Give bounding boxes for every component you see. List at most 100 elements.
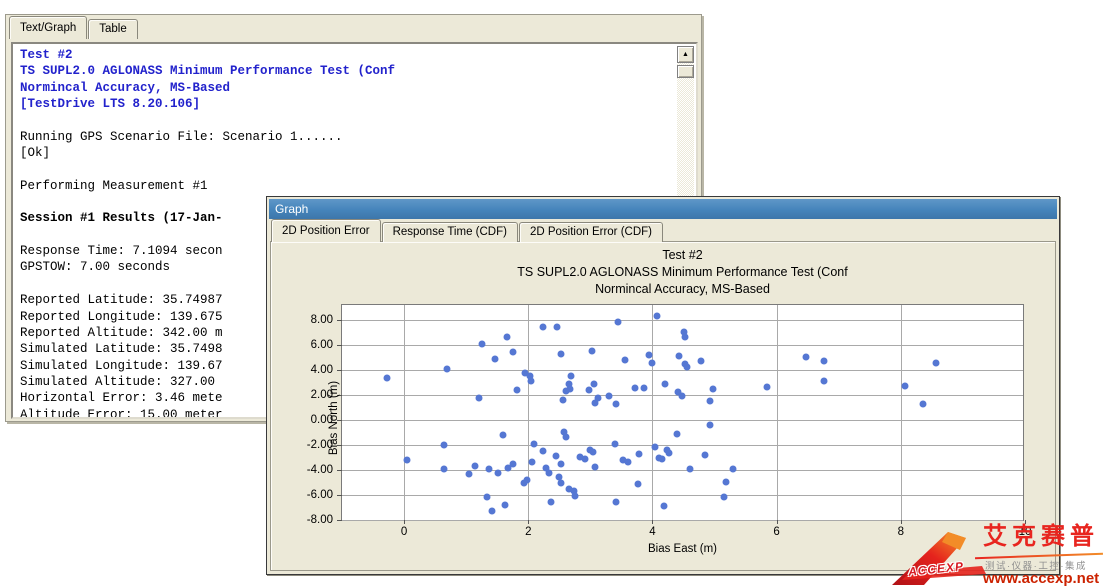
data-point <box>701 452 708 459</box>
data-point <box>509 349 516 356</box>
data-point <box>821 358 828 365</box>
data-point <box>567 386 574 393</box>
gridline-horizontal <box>342 320 1023 321</box>
data-point <box>645 352 652 359</box>
tab-2d-position-error[interactable]: 2D Position Error <box>271 219 381 242</box>
data-point <box>495 470 502 477</box>
gridline-horizontal <box>342 495 1023 496</box>
data-point <box>624 458 631 465</box>
data-point <box>666 449 673 456</box>
console-line: Test #2 <box>20 47 674 63</box>
data-point <box>548 498 555 505</box>
data-point <box>553 452 560 459</box>
data-point <box>675 352 682 359</box>
data-point <box>465 471 472 478</box>
graph-tabstrip: 2D Position ErrorResponse Time (CDF)2D P… <box>271 221 664 242</box>
data-point <box>572 492 579 499</box>
data-point <box>485 465 492 472</box>
graph-window-titlebar[interactable]: Graph <box>269 199 1057 219</box>
data-point <box>605 393 612 400</box>
y-tick-mark <box>337 520 342 521</box>
y-tick-label: 4.00 <box>311 364 333 376</box>
data-point <box>545 470 552 477</box>
gridline-vertical <box>528 305 529 520</box>
data-point <box>615 319 622 326</box>
logo-chinese-title: 艾克赛普 <box>983 524 1103 550</box>
gridline-horizontal <box>342 520 1023 521</box>
data-point <box>568 373 575 380</box>
data-point <box>640 384 647 391</box>
text-window-tabstrip: Text/GraphTable <box>9 18 139 39</box>
x-tick-label: 2 <box>525 526 531 538</box>
y-tick-label: 8.00 <box>311 314 333 326</box>
tab-table[interactable]: Table <box>88 19 138 39</box>
accexp-logo: ACCEXP 艾克赛普 测试·仪器·工控·集成 www.accexp.net <box>890 524 1103 587</box>
scatter-plot-area: 8.006.004.002.000.00-2.00-4.00-6.00-8.00… <box>341 304 1024 521</box>
data-point <box>632 384 639 391</box>
data-point <box>528 458 535 465</box>
data-point <box>634 481 641 488</box>
y-tick-mark <box>337 370 342 371</box>
x-tick-label: 6 <box>773 526 779 538</box>
console-line: [Ok] <box>20 145 674 161</box>
data-point <box>441 465 448 472</box>
data-point <box>673 431 680 438</box>
data-point <box>678 393 685 400</box>
data-point <box>589 348 596 355</box>
data-point <box>622 357 629 364</box>
console-line: [TestDrive LTS 8.20.106] <box>20 96 674 112</box>
scroll-up-button[interactable]: ▲ <box>677 46 694 63</box>
y-tick-label: -4.00 <box>307 464 333 476</box>
data-point <box>491 355 498 362</box>
console-line <box>20 161 674 177</box>
y-tick-mark <box>337 320 342 321</box>
console-line: TS SUPL2.0 AGLONASS Minimum Performance … <box>20 63 674 79</box>
data-point <box>591 381 598 388</box>
tab-text-graph[interactable]: Text/Graph <box>9 16 87 39</box>
data-point <box>920 400 927 407</box>
data-point <box>720 493 727 500</box>
console-line: Normincal Accuracy, MS-Based <box>20 80 674 96</box>
data-point <box>902 382 909 389</box>
y-tick-mark <box>337 495 342 496</box>
data-point <box>554 323 561 330</box>
tab-2d-position-error-cdf[interactable]: 2D Position Error (CDF) <box>519 222 663 242</box>
data-point <box>706 398 713 405</box>
data-point <box>479 341 486 348</box>
data-point <box>499 431 506 438</box>
data-point <box>649 359 656 366</box>
data-point <box>687 465 694 472</box>
data-point <box>540 323 547 330</box>
data-point <box>660 503 667 510</box>
data-point <box>531 441 538 448</box>
data-point <box>501 502 508 509</box>
chart-title-line2: TS SUPL2.0 AGLONASS Minimum Performance … <box>341 264 1024 281</box>
chart-title-line1: Test #2 <box>341 247 1024 264</box>
y-tick-label: 6.00 <box>311 339 333 351</box>
data-point <box>539 447 546 454</box>
x-tick-mark <box>652 520 653 524</box>
data-point <box>653 313 660 320</box>
data-point <box>635 451 642 458</box>
data-point <box>933 359 940 366</box>
data-point <box>403 456 410 463</box>
data-point <box>706 422 713 429</box>
gridline-vertical <box>777 305 778 520</box>
data-point <box>612 498 619 505</box>
tab-response-time-cdf[interactable]: Response Time (CDF) <box>382 222 518 242</box>
data-point <box>589 448 596 455</box>
data-point <box>722 479 729 486</box>
data-point <box>528 378 535 385</box>
data-point <box>684 364 691 371</box>
data-point <box>582 456 589 463</box>
data-point <box>763 384 770 391</box>
data-point <box>591 399 598 406</box>
data-point <box>586 387 593 394</box>
data-point <box>440 441 447 448</box>
scrollbar-thumb[interactable] <box>677 65 694 78</box>
data-point <box>484 493 491 500</box>
logo-url[interactable]: www.accexp.net <box>983 570 1099 587</box>
chart-title: Test #2 TS SUPL2.0 AGLONASS Minimum Perf… <box>341 247 1024 298</box>
gridline-horizontal <box>342 345 1023 346</box>
data-point <box>557 351 564 358</box>
